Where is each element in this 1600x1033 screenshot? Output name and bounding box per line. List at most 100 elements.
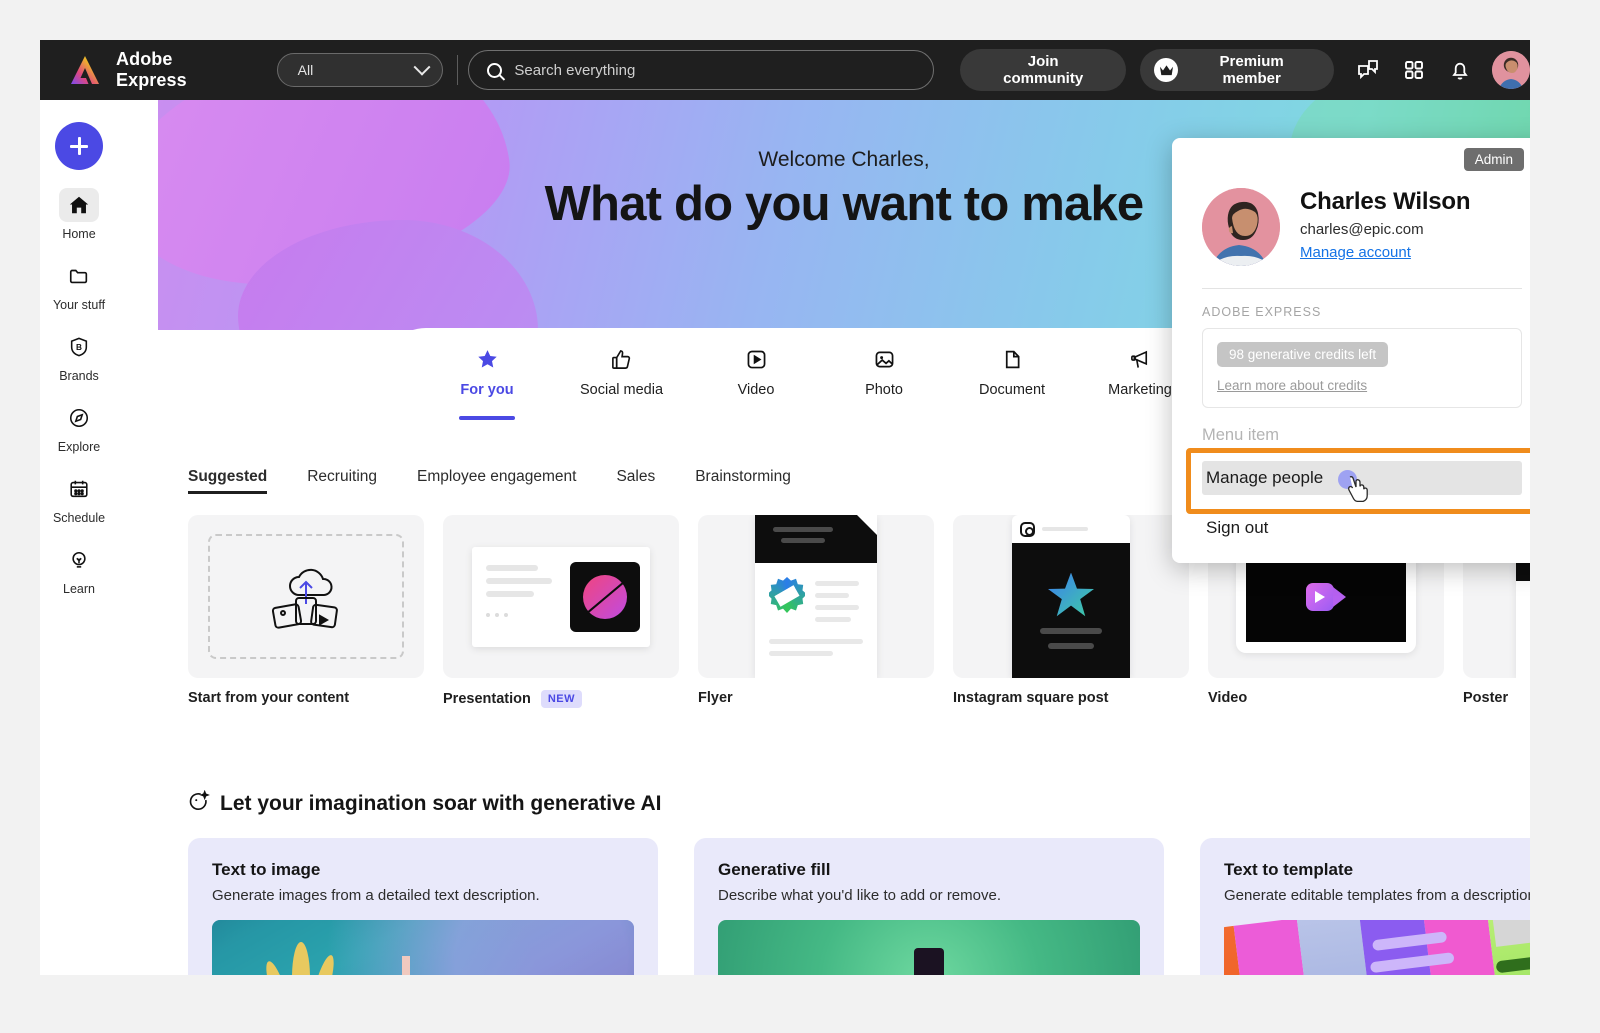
sidebar-item-explore[interactable]: Explore — [46, 401, 112, 454]
compass-icon — [59, 401, 99, 435]
search-scope-value: All — [297, 62, 314, 78]
flyer-preview — [755, 515, 877, 678]
template-caption: Instagram square post — [953, 690, 1189, 706]
sidebar-item-label: Learn — [63, 582, 95, 596]
topbar-icon-group — [1356, 58, 1472, 82]
gen-card-text-to-image[interactable]: Text to image Generate images from a det… — [188, 838, 658, 975]
template-card-start-from-your-content[interactable]: Start from your content — [188, 515, 424, 708]
account-name: Charles Wilson — [1300, 188, 1471, 215]
gen-card-image — [212, 920, 634, 975]
template-thumbnail — [188, 515, 424, 678]
menu-item-label: Sign out — [1206, 518, 1269, 537]
manage-account-link[interactable]: Manage account — [1300, 244, 1411, 261]
mouse-cursor — [1338, 470, 1372, 504]
svg-text:B: B — [76, 343, 82, 352]
template-card-presentation[interactable]: Presentation NEW — [443, 515, 679, 708]
tab-social-media[interactable]: Social media — [580, 347, 663, 398]
gen-card-generative-fill[interactable]: Generative fill Describe what you'd like… — [694, 838, 1164, 975]
star-icon — [476, 347, 499, 373]
thumbs-up-icon — [610, 347, 633, 373]
document-icon — [1001, 347, 1024, 373]
section-title: Let your imagination soar with generativ… — [220, 791, 662, 815]
premium-member-label: Premium member — [1219, 53, 1284, 87]
tab-for-you[interactable]: For you — [452, 347, 522, 398]
admin-badge: Admin — [1463, 148, 1524, 171]
premium-member-button[interactable]: Premium member — [1140, 49, 1335, 91]
search-input[interactable]: Search everything — [468, 50, 935, 90]
chat-icon[interactable] — [1356, 58, 1380, 82]
create-new-button[interactable] — [55, 122, 103, 170]
sidebar-item-home[interactable]: Home — [46, 188, 112, 241]
sidebar-item-brands[interactable]: B Brands — [46, 330, 112, 383]
adobe-express-logo-icon — [68, 54, 102, 86]
apps-grid-icon[interactable] — [1402, 58, 1426, 82]
gen-card-text-to-template[interactable]: Text to template Generate editable templ… — [1200, 838, 1530, 975]
account-summary: Charles Wilson charles@epic.com Manage a… — [1202, 188, 1522, 266]
learn-more-about-credits-link[interactable]: Learn more about credits — [1217, 378, 1507, 393]
sidebar-item-label: Schedule — [52, 511, 106, 525]
template-thumbnail — [953, 515, 1189, 678]
avatar[interactable] — [1202, 188, 1280, 266]
menu-item-sign-out[interactable]: Sign out — [1202, 511, 1522, 545]
gen-card-description: Generate editable templates from a descr… — [1224, 887, 1530, 904]
search-icon — [487, 62, 503, 78]
sidebar-item-learn[interactable]: Learn — [46, 543, 112, 596]
sidebar-item-label: Brands — [59, 369, 99, 383]
join-community-button[interactable]: Join community — [960, 49, 1127, 91]
top-navigation-bar: Adobe Express All Search everything Join… — [40, 40, 1530, 100]
brand-name: Adobe Express — [116, 49, 187, 90]
subtab-recruiting[interactable]: Recruiting — [307, 468, 377, 494]
subtab-sales[interactable]: Sales — [616, 468, 655, 494]
template-card-instagram-square-post[interactable]: Instagram square post — [953, 515, 1189, 708]
folder-icon — [59, 259, 99, 293]
tab-video[interactable]: Video — [721, 347, 791, 398]
instagram-preview — [1012, 515, 1130, 678]
tab-label: Video — [737, 381, 775, 398]
divider — [457, 55, 459, 85]
tab-document[interactable]: Document — [977, 347, 1047, 398]
tab-label: Photo — [865, 381, 903, 398]
sidebar-item-schedule[interactable]: Schedule — [46, 472, 112, 525]
subtab-brainstorming[interactable]: Brainstorming — [695, 468, 791, 494]
avatar[interactable] — [1492, 51, 1530, 89]
template-label: Flyer — [698, 690, 733, 706]
menu-item-label: Manage people — [1206, 468, 1324, 487]
sidebar-item-your-stuff[interactable]: Your stuff — [46, 259, 112, 312]
subtab-employee-engagement[interactable]: Employee engagement — [417, 468, 576, 494]
gen-card-image — [718, 920, 1140, 975]
gen-card-title: Text to image — [212, 860, 321, 879]
search-placeholder: Search everything — [514, 61, 636, 79]
gen-card-title: Text to template — [1224, 860, 1354, 879]
credits-box: 98 generative credits left Learn more ab… — [1202, 328, 1522, 408]
bottle-object — [907, 948, 951, 975]
tab-label: Social media — [580, 381, 664, 398]
tab-photo[interactable]: Photo — [849, 347, 919, 398]
subtab-suggested[interactable]: Suggested — [188, 468, 268, 494]
sidebar-item-label: Your stuff — [52, 298, 106, 312]
presentation-preview — [472, 546, 650, 647]
template-card-flyer[interactable]: Flyer — [698, 515, 934, 708]
sidebar-item-label: Explore — [57, 440, 101, 454]
tab-label: Marketing — [1108, 381, 1172, 398]
template-label: Instagram square post — [953, 690, 1109, 706]
home-icon — [59, 188, 99, 222]
template-label: Start from your content — [188, 690, 350, 706]
search-scope-dropdown[interactable]: All — [276, 53, 444, 87]
tab-label: For you — [460, 381, 514, 398]
template-label: Video — [1208, 690, 1248, 706]
suggested-filter-tabs: Suggested Recruiting Employee engagement… — [188, 468, 791, 494]
dropdown-section-label: ADOBE EXPRESS — [1202, 305, 1322, 319]
divider — [1202, 288, 1522, 289]
template-caption: Flyer — [698, 690, 934, 706]
status-badge: NEW — [540, 690, 583, 708]
megaphone-icon — [1129, 347, 1152, 373]
template-caption: Poster — [1463, 690, 1530, 706]
plus-icon — [69, 136, 89, 156]
bell-icon[interactable] — [1448, 58, 1472, 82]
brand[interactable]: Adobe Express — [68, 49, 247, 91]
credits-badge: 98 generative credits left — [1217, 342, 1389, 367]
lightbulb-icon — [59, 543, 99, 577]
tab-marketing[interactable]: Marketing — [1105, 347, 1175, 398]
template-caption: Presentation NEW — [443, 690, 679, 708]
sparkle-icon — [188, 789, 210, 817]
